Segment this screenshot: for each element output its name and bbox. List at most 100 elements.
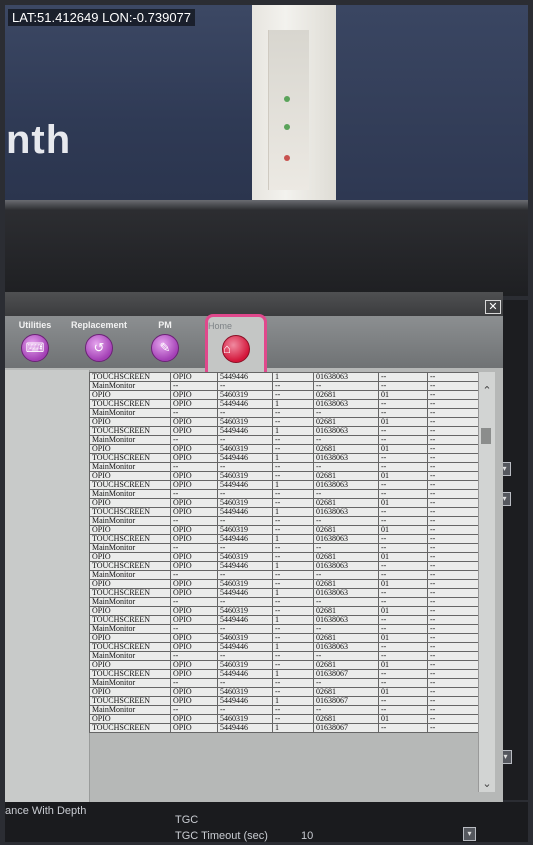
table-row[interactable]: MainMonitor -- -- -- -- -- --: [89, 570, 481, 580]
table-row[interactable]: MainMonitor -- -- -- -- -- --: [89, 462, 481, 472]
service-window: ✕ Utilities ⌨ Replacement ↺ PM ✎ Home ⌂ …: [5, 292, 503, 802]
tgc-timeout-value[interactable]: 10: [301, 830, 313, 842]
table-row[interactable]: TOUCHSCREEN OPIO 5449446 1 01638063 -- --: [89, 399, 481, 409]
table-cell: 01: [378, 552, 428, 562]
table-row[interactable]: MainMonitor -- -- -- -- -- --: [89, 381, 481, 391]
parts-table: TOUCHSCREEN OPIO 5449446 1 01638063 -- -- MainM…: [89, 372, 481, 733]
tool-utilities[interactable]: Utilities ⌨: [5, 316, 65, 368]
table-row[interactable]: MainMonitor -- -- -- -- -- --: [89, 543, 481, 553]
table-row[interactable]: OPIO OPIO 5460319 -- 02681 01 --: [89, 714, 481, 724]
table-row[interactable]: OPIO OPIO 5460319 -- 02681 01 --: [89, 552, 481, 562]
table-row[interactable]: TOUCHSCREEN OPIO 5449446 1 01638063 -- --: [89, 588, 481, 598]
table-cell: OPIO: [170, 660, 218, 670]
table-cell: MainMonitor: [89, 435, 171, 445]
table-cell: 1: [272, 426, 314, 436]
table-cell: MainMonitor: [89, 678, 171, 688]
table-cell: 01: [378, 660, 428, 670]
table-cell: 5449446: [217, 372, 273, 382]
table-cell: --: [427, 570, 481, 580]
tab-home[interactable]: Home ⌂: [205, 314, 267, 373]
tool-pm[interactable]: PM ✎: [135, 316, 195, 368]
table-cell: 01638063: [313, 426, 379, 436]
table-row[interactable]: OPIO OPIO 5460319 -- 02681 01 --: [89, 633, 481, 643]
table-row[interactable]: TOUCHSCREEN OPIO 5449446 1 01638063 -- --: [89, 642, 481, 652]
table-row[interactable]: OPIO OPIO 5460319 -- 02681 01 --: [89, 525, 481, 535]
table-cell: 01638067: [313, 669, 379, 679]
table-cell: OPIO: [170, 372, 218, 382]
table-row[interactable]: MainMonitor -- -- -- -- -- --: [89, 489, 481, 499]
table-row[interactable]: OPIO OPIO 5460319 -- 02681 01 --: [89, 660, 481, 670]
table-cell: TOUCHSCREEN: [89, 561, 171, 571]
table-cell: 02681: [313, 660, 379, 670]
table-cell: MainMonitor: [89, 543, 171, 553]
table-cell: OPIO: [89, 552, 171, 562]
table-cell: OPIO: [89, 498, 171, 508]
table-cell: 01638063: [313, 642, 379, 652]
table-row[interactable]: OPIO OPIO 5460319 -- 02681 01 --: [89, 390, 481, 400]
table-cell: --: [427, 372, 481, 382]
table-cell: MainMonitor: [89, 516, 171, 526]
table-cell: --: [313, 462, 379, 472]
table-cell: TOUCHSCREEN: [89, 723, 171, 733]
table-row[interactable]: MainMonitor -- -- -- -- -- --: [89, 624, 481, 634]
table-row[interactable]: OPIO OPIO 5460319 -- 02681 01 --: [89, 687, 481, 697]
table-cell: --: [272, 570, 314, 580]
table-cell: OPIO: [170, 696, 218, 706]
table-row[interactable]: OPIO OPIO 5460319 -- 02681 01 --: [89, 417, 481, 427]
close-icon[interactable]: ✕: [485, 300, 501, 314]
table-cell: --: [378, 723, 428, 733]
table-cell: OPIO: [89, 660, 171, 670]
table-row[interactable]: TOUCHSCREEN OPIO 5449446 1 01638067 -- --: [89, 669, 481, 679]
table-cell: --: [427, 651, 481, 661]
table-row[interactable]: OPIO OPIO 5460319 -- 02681 01 --: [89, 606, 481, 616]
table-row[interactable]: TOUCHSCREEN OPIO 5449446 1 01638067 -- --: [89, 723, 481, 733]
table-cell: 5449446: [217, 642, 273, 652]
table-cell: --: [378, 507, 428, 517]
table-row[interactable]: OPIO OPIO 5460319 -- 02681 01 --: [89, 579, 481, 589]
table-row[interactable]: MainMonitor -- -- -- -- -- --: [89, 705, 481, 715]
table-cell: MainMonitor: [89, 705, 171, 715]
table-cell: 02681: [313, 417, 379, 427]
table-row[interactable]: TOUCHSCREEN OPIO 5449446 1 01638063 -- --: [89, 372, 481, 382]
table-scrollbar[interactable]: ⌃ ⌄: [478, 372, 495, 792]
table-row[interactable]: MainMonitor -- -- -- -- -- --: [89, 435, 481, 445]
table-cell: --: [378, 381, 428, 391]
table-row[interactable]: MainMonitor -- -- -- -- -- --: [89, 678, 481, 688]
banner-dot: [284, 155, 290, 161]
chevron-down-icon[interactable]: ⌄: [479, 777, 495, 790]
table-cell: --: [378, 669, 428, 679]
table-row[interactable]: MainMonitor -- -- -- -- -- --: [89, 597, 481, 607]
table-row[interactable]: TOUCHSCREEN OPIO 5449446 1 01638063 -- --: [89, 561, 481, 571]
table-cell: 5449446: [217, 453, 273, 463]
table-row[interactable]: OPIO OPIO 5460319 -- 02681 01 --: [89, 471, 481, 481]
table-row[interactable]: TOUCHSCREEN OPIO 5449446 1 01638063 -- --: [89, 453, 481, 463]
chevron-up-icon[interactable]: ⌃: [479, 384, 495, 397]
table-row[interactable]: TOUCHSCREEN OPIO 5449446 1 01638063 -- --: [89, 534, 481, 544]
tool-label: PM: [158, 320, 172, 330]
table-row[interactable]: OPIO OPIO 5460319 -- 02681 01 --: [89, 498, 481, 508]
underlying-dropdown-button[interactable]: ▾: [463, 827, 476, 841]
table-cell: --: [427, 471, 481, 481]
table-cell: --: [427, 381, 481, 391]
table-row[interactable]: OPIO OPIO 5460319 -- 02681 01 --: [89, 444, 481, 454]
depth-label: ance With Depth: [5, 805, 87, 817]
table-cell: 5460319: [217, 417, 273, 427]
tool-replacement[interactable]: Replacement ↺: [69, 316, 129, 368]
table-row[interactable]: MainMonitor -- -- -- -- -- --: [89, 408, 481, 418]
scroll-thumb[interactable]: [481, 428, 491, 444]
table-row[interactable]: TOUCHSCREEN OPIO 5449446 1 01638063 -- --: [89, 426, 481, 436]
table-cell: 1: [272, 642, 314, 652]
table-cell: --: [378, 480, 428, 490]
table-row[interactable]: TOUCHSCREEN OPIO 5449446 1 01638067 -- --: [89, 696, 481, 706]
table-cell: --: [427, 453, 481, 463]
table-cell: 5460319: [217, 552, 273, 562]
table-row[interactable]: TOUCHSCREEN OPIO 5449446 1 01638063 -- --: [89, 480, 481, 490]
table-row[interactable]: TOUCHSCREEN OPIO 5449446 1 01638063 -- --: [89, 507, 481, 517]
table-row[interactable]: MainMonitor -- -- -- -- -- --: [89, 516, 481, 526]
table-cell: --: [217, 624, 273, 634]
table-row[interactable]: TOUCHSCREEN OPIO 5449446 1 01638063 -- --: [89, 615, 481, 625]
table-row[interactable]: MainMonitor -- -- -- -- -- --: [89, 651, 481, 661]
table-cell: 5460319: [217, 633, 273, 643]
table-cell: 01638063: [313, 615, 379, 625]
table-cell: --: [313, 381, 379, 391]
